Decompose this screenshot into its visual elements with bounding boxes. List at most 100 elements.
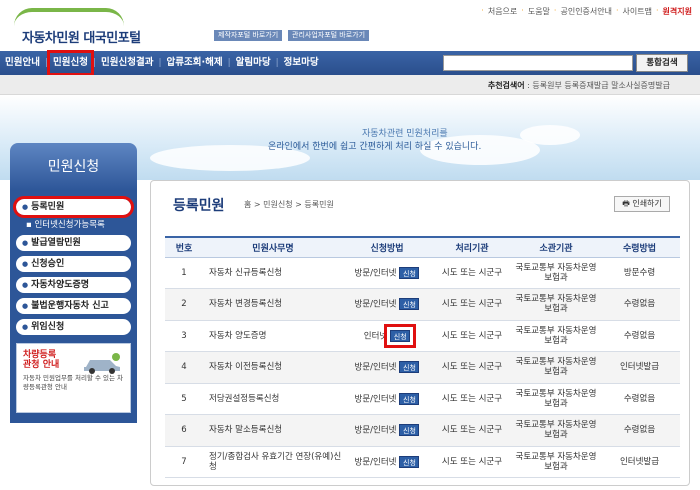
row-proc: 시도 또는 시군구 [431, 288, 513, 321]
nav-civil-apply[interactable]: 민원신청 [47, 50, 94, 76]
guide-desc: 자동차 민원업무를 처리할 수 있는 차량등록관청 안내 [23, 374, 124, 391]
apply-button[interactable]: 신청 [384, 323, 417, 348]
row-recv: 인터넷발급 [599, 351, 680, 384]
row-no: 5 [165, 383, 203, 415]
header: 자동차민원 대국민포털 제작자포털 바로가기 관리사업자포털 바로가기 · 처음으… [0, 0, 700, 50]
col-org: 소관기관 [513, 237, 599, 258]
maker-portal-button[interactable]: 제작자포털 바로가기 [214, 30, 283, 41]
row-proc: 시도 또는 시군구 [431, 383, 513, 415]
table-row: 1 자동차 신규등록신청 방문/인터넷 신청 시도 또는 시군구 국토교통부 자동차운영보… [165, 257, 680, 289]
row-method-text: 방문/인터넷 [354, 268, 397, 279]
link-home[interactable]: 처음으로 [488, 6, 517, 17]
row-recv: 방문수령 [599, 257, 680, 289]
row-method: 방문/인터넷 신청 [343, 288, 431, 321]
row-org: 국토교통부 자동차운영보험과 [513, 288, 599, 321]
link-cert-guide[interactable]: 공인인증서안내 [560, 6, 612, 17]
row-org: 국토교통부 자동차운영보험과 [513, 414, 599, 447]
link-remote-support[interactable]: 원격지원 [663, 6, 692, 17]
row-proc: 시도 또는 시군구 [431, 320, 513, 352]
col-no: 번호 [165, 237, 203, 258]
sidebar-item-illegal-report[interactable]: 불법운행자동차 신고 [16, 298, 131, 314]
row-name: 저당권설정등록신청 [203, 383, 343, 415]
apply-button[interactable]: 신청 [399, 266, 420, 279]
row-name: 자동차 변경등록신청 [203, 288, 343, 321]
table-row: 3 자동차 양도증명 인터넷 신청 시도 또는 시군구 국토교통부 자동차운영보험과 수령없… [165, 320, 680, 352]
sidebar-subitem-internet-list[interactable]: 인터넷신청가능목록 [26, 218, 131, 230]
link-sitemap[interactable]: 사이트맵 [623, 6, 652, 17]
table-row: 5 저당권설정등록신청 방문/인터넷 신청 시도 또는 시군구 국토교통부 자동차운영보험… [165, 383, 680, 415]
row-method: 방문/인터넷 신청 [343, 446, 431, 478]
sidebar-item-approval[interactable]: 신청승인 [16, 256, 131, 272]
row-method-text: 방문/인터넷 [354, 394, 397, 405]
banner-line2: 온라인에서 한번에 쉽고 간편하게 처리 하실 수 있습니다. [268, 142, 482, 152]
row-org: 국토교통부 자동차운영보험과 [513, 257, 599, 289]
table-row: 7 정기/종합검사 유효기간 연장(유예)신청 방문/인터넷 신청 시도 또는 시군구 국… [165, 446, 680, 478]
site-logo[interactable]: 자동차민원 대국민포털 [14, 8, 164, 46]
recommend-label: 추천검색어 [487, 81, 525, 90]
banner-line1: 자동차관련 민원처리를 [362, 129, 448, 139]
row-name: 자동차 신규등록신청 [203, 257, 343, 289]
breadcrumb: 홈 > 민원신청 > 등록민원 [244, 200, 334, 209]
nav-civil-guide[interactable]: 민원안내 [0, 51, 45, 75]
registry-office-guide[interactable]: 차량등록 관청 안내 자동차 민원업무를 처리할 수 있는 차량등록관청 안내 [16, 343, 131, 413]
row-proc: 시도 또는 시군구 [431, 257, 513, 289]
sidebar: 민원신청 등록민원 인터넷신청가능목록 발급열람민원 신청승인 자동차양도증명 … [10, 143, 137, 453]
apply-button[interactable]: 신청 [399, 424, 420, 437]
row-recv: 수령없음 [599, 383, 680, 415]
row-proc: 시도 또는 시군구 [431, 446, 513, 478]
logo-swoosh [14, 8, 124, 26]
nav-apply-result[interactable]: 민원신청결과 [96, 51, 158, 75]
nav-seizure[interactable]: 압류조회·해제 [162, 51, 228, 75]
sidebar-item-delegation[interactable]: 위임신청 [16, 319, 131, 335]
row-proc: 시도 또는 시군구 [431, 414, 513, 447]
row-org: 국토교통부 자동차운영보험과 [513, 320, 599, 352]
row-org: 국토교통부 자동차운영보험과 [513, 446, 599, 478]
table-row: 2 자동차 변경등록신청 방문/인터넷 신청 시도 또는 시군구 국토교통부 자동차운영보… [165, 288, 680, 321]
row-method: 방문/인터넷 신청 [343, 414, 431, 447]
row-recv: 수령없음 [599, 320, 680, 352]
apply-button[interactable]: 신청 [399, 298, 420, 311]
business-portal-button[interactable]: 관리사업자포털 바로가기 [288, 30, 370, 41]
row-recv: 수령없음 [599, 414, 680, 447]
col-method: 신청방법 [343, 237, 431, 258]
nav-info[interactable]: 정보마당 [279, 51, 324, 75]
sidebar-item-transfer[interactable]: 자동차양도증명 [16, 277, 131, 293]
apply-button[interactable]: 신청 [399, 361, 420, 374]
search-input[interactable] [443, 55, 633, 71]
print-icon: 🖶 [622, 199, 633, 208]
sidebar-item-issue[interactable]: 발급열람민원 [16, 235, 131, 251]
row-no: 6 [165, 414, 203, 447]
row-method-text: 방문/인터넷 [354, 299, 397, 310]
apply-button[interactable]: 신청 [399, 455, 420, 468]
row-no: 3 [165, 320, 203, 352]
row-method: 방문/인터넷 신청 [343, 351, 431, 384]
row-method: 방문/인터넷 신청 [343, 383, 431, 415]
top-links: · 처음으로 · 도움말 · 공인인증서안내 · 사이트맵 · 원격지원 [481, 6, 692, 17]
sidebar-item-registration[interactable]: 등록민원 [13, 196, 134, 218]
row-method: 방문/인터넷 신청 [343, 257, 431, 289]
link-help[interactable]: 도움말 [528, 6, 550, 17]
row-method: 인터넷 신청 [343, 320, 431, 352]
search-button[interactable]: 통합검색 [636, 54, 688, 72]
row-method-text: 방문/인터넷 [354, 457, 397, 468]
col-proc: 처리기관 [431, 237, 513, 258]
row-no: 2 [165, 288, 203, 321]
apply-button[interactable]: 신청 [399, 392, 420, 405]
table-row: 6 자동차 말소등록신청 방문/인터넷 신청 시도 또는 시군구 국토교통부 자동차운영보… [165, 414, 680, 447]
recommend-items[interactable]: 등록원부 등록증재발급 말소사실증명발급 [532, 81, 670, 90]
nav-notice[interactable]: 알림마당 [231, 51, 276, 75]
sidebar-title: 민원신청 [10, 143, 137, 191]
row-no: 4 [165, 351, 203, 384]
row-name: 자동차 이전등록신청 [203, 351, 343, 384]
page-title: 등록민원 [173, 198, 225, 214]
recommend-keywords: 추천검색어 : 등록원부 등록증재발급 말소사실증명발급 [487, 81, 670, 90]
row-name: 자동차 양도증명 [203, 320, 343, 352]
print-button[interactable]: 🖶 인쇄하기 [614, 196, 670, 212]
row-org: 국토교통부 자동차운영보험과 [513, 351, 599, 384]
col-name: 민원사무명 [203, 237, 343, 258]
col-recv: 수령방법 [599, 237, 680, 258]
row-no: 7 [165, 446, 203, 478]
table-header-row: 번호 민원사무명 신청방법 처리기관 소관기관 수령방법 [165, 237, 680, 258]
row-name: 정기/종합검사 유효기간 연장(유예)신청 [203, 446, 343, 478]
row-method-text: 방문/인터넷 [354, 362, 397, 373]
